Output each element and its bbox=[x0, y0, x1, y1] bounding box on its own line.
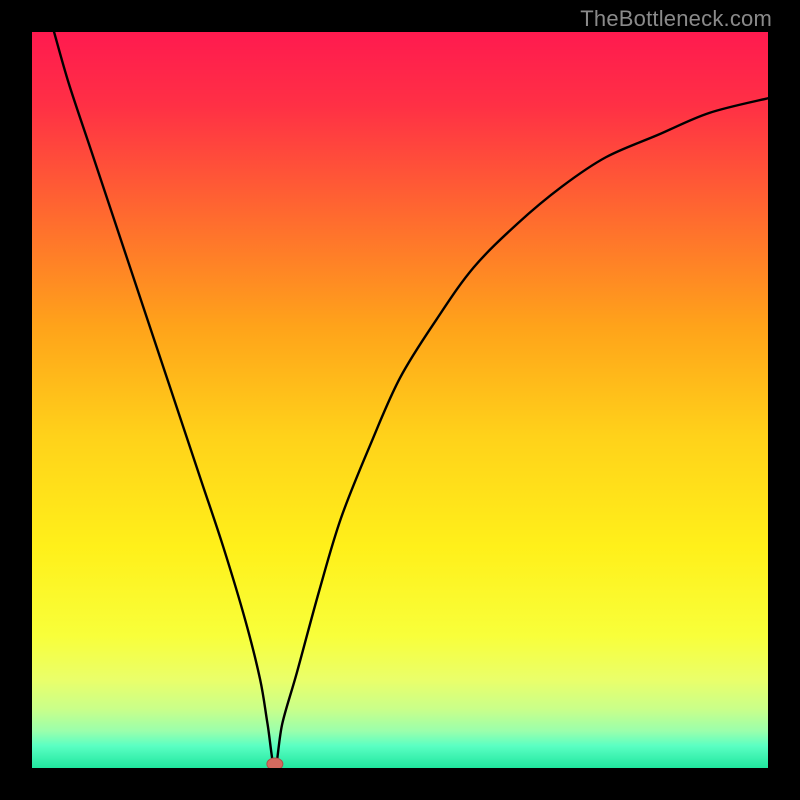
minimum-marker bbox=[267, 758, 283, 768]
bottleneck-chart bbox=[32, 32, 768, 768]
plot-area bbox=[32, 32, 768, 768]
chart-frame: TheBottleneck.com bbox=[0, 0, 800, 800]
gradient-background bbox=[32, 32, 768, 768]
watermark-text: TheBottleneck.com bbox=[580, 6, 772, 32]
